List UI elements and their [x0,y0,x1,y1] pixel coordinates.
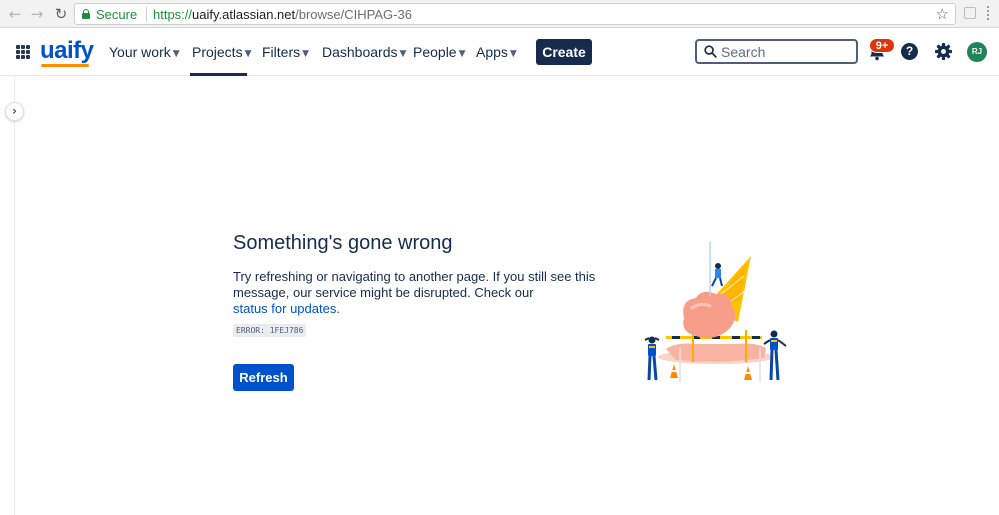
chevron-down-icon: ▼ [509,49,517,59]
sidebar-rail [14,76,15,515]
app-switcher-icon[interactable] [16,45,30,59]
search-input[interactable] [721,43,851,61]
settings-gear-icon[interactable] [934,42,953,61]
address-bar[interactable]: Secure https://uaify.atlassian.net/brows… [74,3,956,25]
address-divider [146,7,147,21]
error-code: ERROR: 1FEJ786 [233,324,307,337]
chevron-down-icon: ▼ [458,49,466,59]
expand-sidebar-chevron-right-icon[interactable]: › [5,102,24,121]
url-path: /browse/CIHPAG-36 [295,7,412,22]
chevron-down-icon: ▼ [302,49,310,59]
menu-projects[interactable]: Projects ▼ [192,44,252,60]
logo-underline [41,64,89,67]
chevron-down-icon: ▼ [172,49,180,59]
error-title: Something's gone wrong [233,232,453,254]
error-message: Try refreshing or navigating to another … [233,269,601,317]
reload-icon[interactable]: ↻ [52,5,70,23]
secure-label: Secure [96,7,138,22]
extension-icon[interactable] [964,7,976,19]
search-icon [704,45,717,58]
notification-count-badge: 9+ [869,38,895,53]
chevron-down-icon: ▼ [399,49,407,59]
help-icon[interactable]: ? [901,43,918,60]
status-link[interactable]: status for updates. [233,301,601,317]
error-message-line: Try refreshing or navigating to another … [233,269,596,284]
browser-menu-icon[interactable] [987,6,990,20]
forward-arrow-icon[interactable]: → [28,5,46,23]
menu-your-work[interactable]: Your work ▼ [109,44,180,60]
spilled-ice-cream-illustration [644,242,787,382]
error-message-line: message, our service might be disrupted.… [233,285,534,300]
menu-filters[interactable]: Filters ▼ [262,44,309,60]
url-scheme: https:// [153,7,193,22]
create-button[interactable]: Create [536,39,592,65]
menu-people[interactable]: People ▼ [413,44,466,60]
url-host: uaify.atlassian.net [192,7,296,22]
product-logo[interactable]: uaify [40,37,94,65]
refresh-button[interactable]: Refresh [233,364,294,391]
search-field[interactable] [695,39,858,64]
menu-apps[interactable]: Apps ▼ [476,44,517,60]
browser-toolbar: ← → ↻ Secure https://uaify.atlassian.net… [0,0,999,28]
url-text[interactable]: https://uaify.atlassian.net/browse/CIHPA… [153,7,412,22]
menu-dashboards[interactable]: Dashboards ▼ [322,44,406,60]
user-avatar[interactable]: RJ [967,42,987,62]
lock-icon [82,9,90,19]
back-arrow-icon[interactable]: ← [6,5,24,23]
chevron-down-icon: ▼ [244,49,252,59]
top-navigation: uaify Your work ▼ Projects ▼ Filters ▼ Dash… [0,28,999,76]
bookmark-star-icon[interactable]: ☆ [936,5,949,23]
active-menu-indicator [190,73,247,76]
